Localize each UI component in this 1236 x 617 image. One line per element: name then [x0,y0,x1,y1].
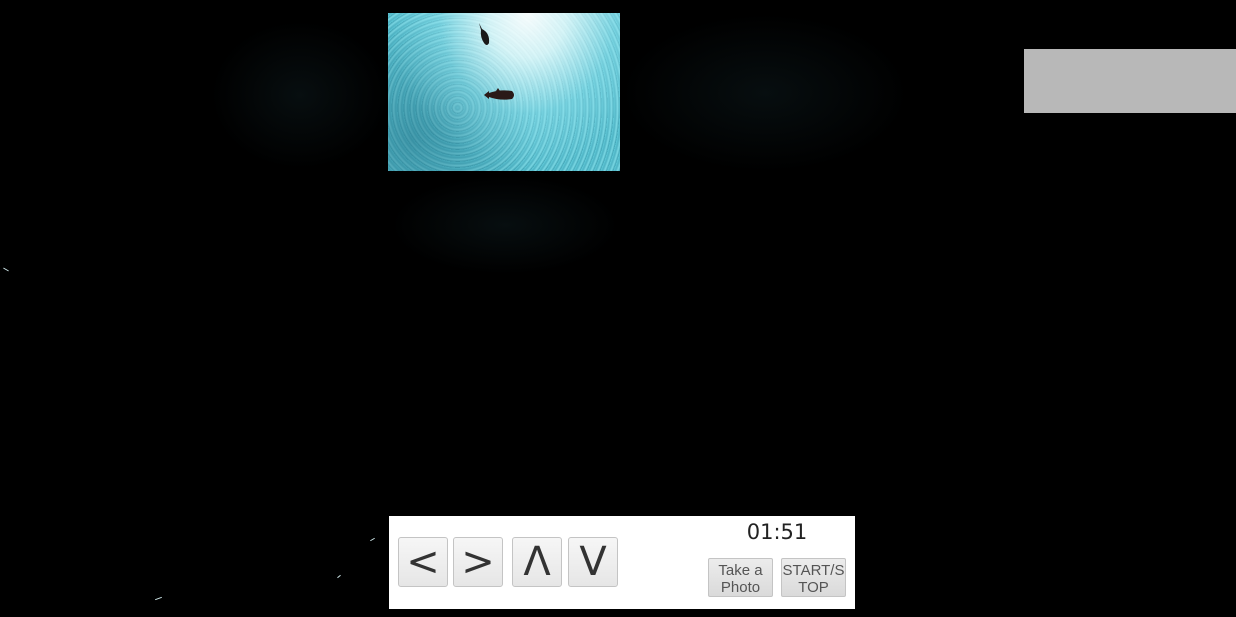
move-left-button[interactable]: < [398,537,448,587]
timer-display: 01:51 [746,520,808,544]
particle [337,574,341,579]
move-down-button[interactable]: V [568,537,618,587]
ocean-camera-view [388,13,620,171]
particle [3,267,9,272]
move-up-button[interactable]: Λ [512,537,562,587]
particle [155,596,162,601]
start-stop-button[interactable]: START/S TOP [781,558,846,597]
control-panel: < > Λ V 01:51 Take a Photo START/S TOP [389,516,855,609]
fish-icon-2 [484,88,514,100]
take-photo-button[interactable]: Take a Photo [708,558,773,597]
dark-water-texture [620,13,910,173]
info-panel [1024,49,1236,113]
game-scene: < > Λ V 01:51 Take a Photo START/S TOP [0,0,1236,617]
dark-water-texture-below [390,175,620,275]
dark-water-texture-left [210,20,390,170]
move-right-button[interactable]: > [453,537,503,587]
particle [370,537,375,542]
fish-icon [479,23,490,45]
